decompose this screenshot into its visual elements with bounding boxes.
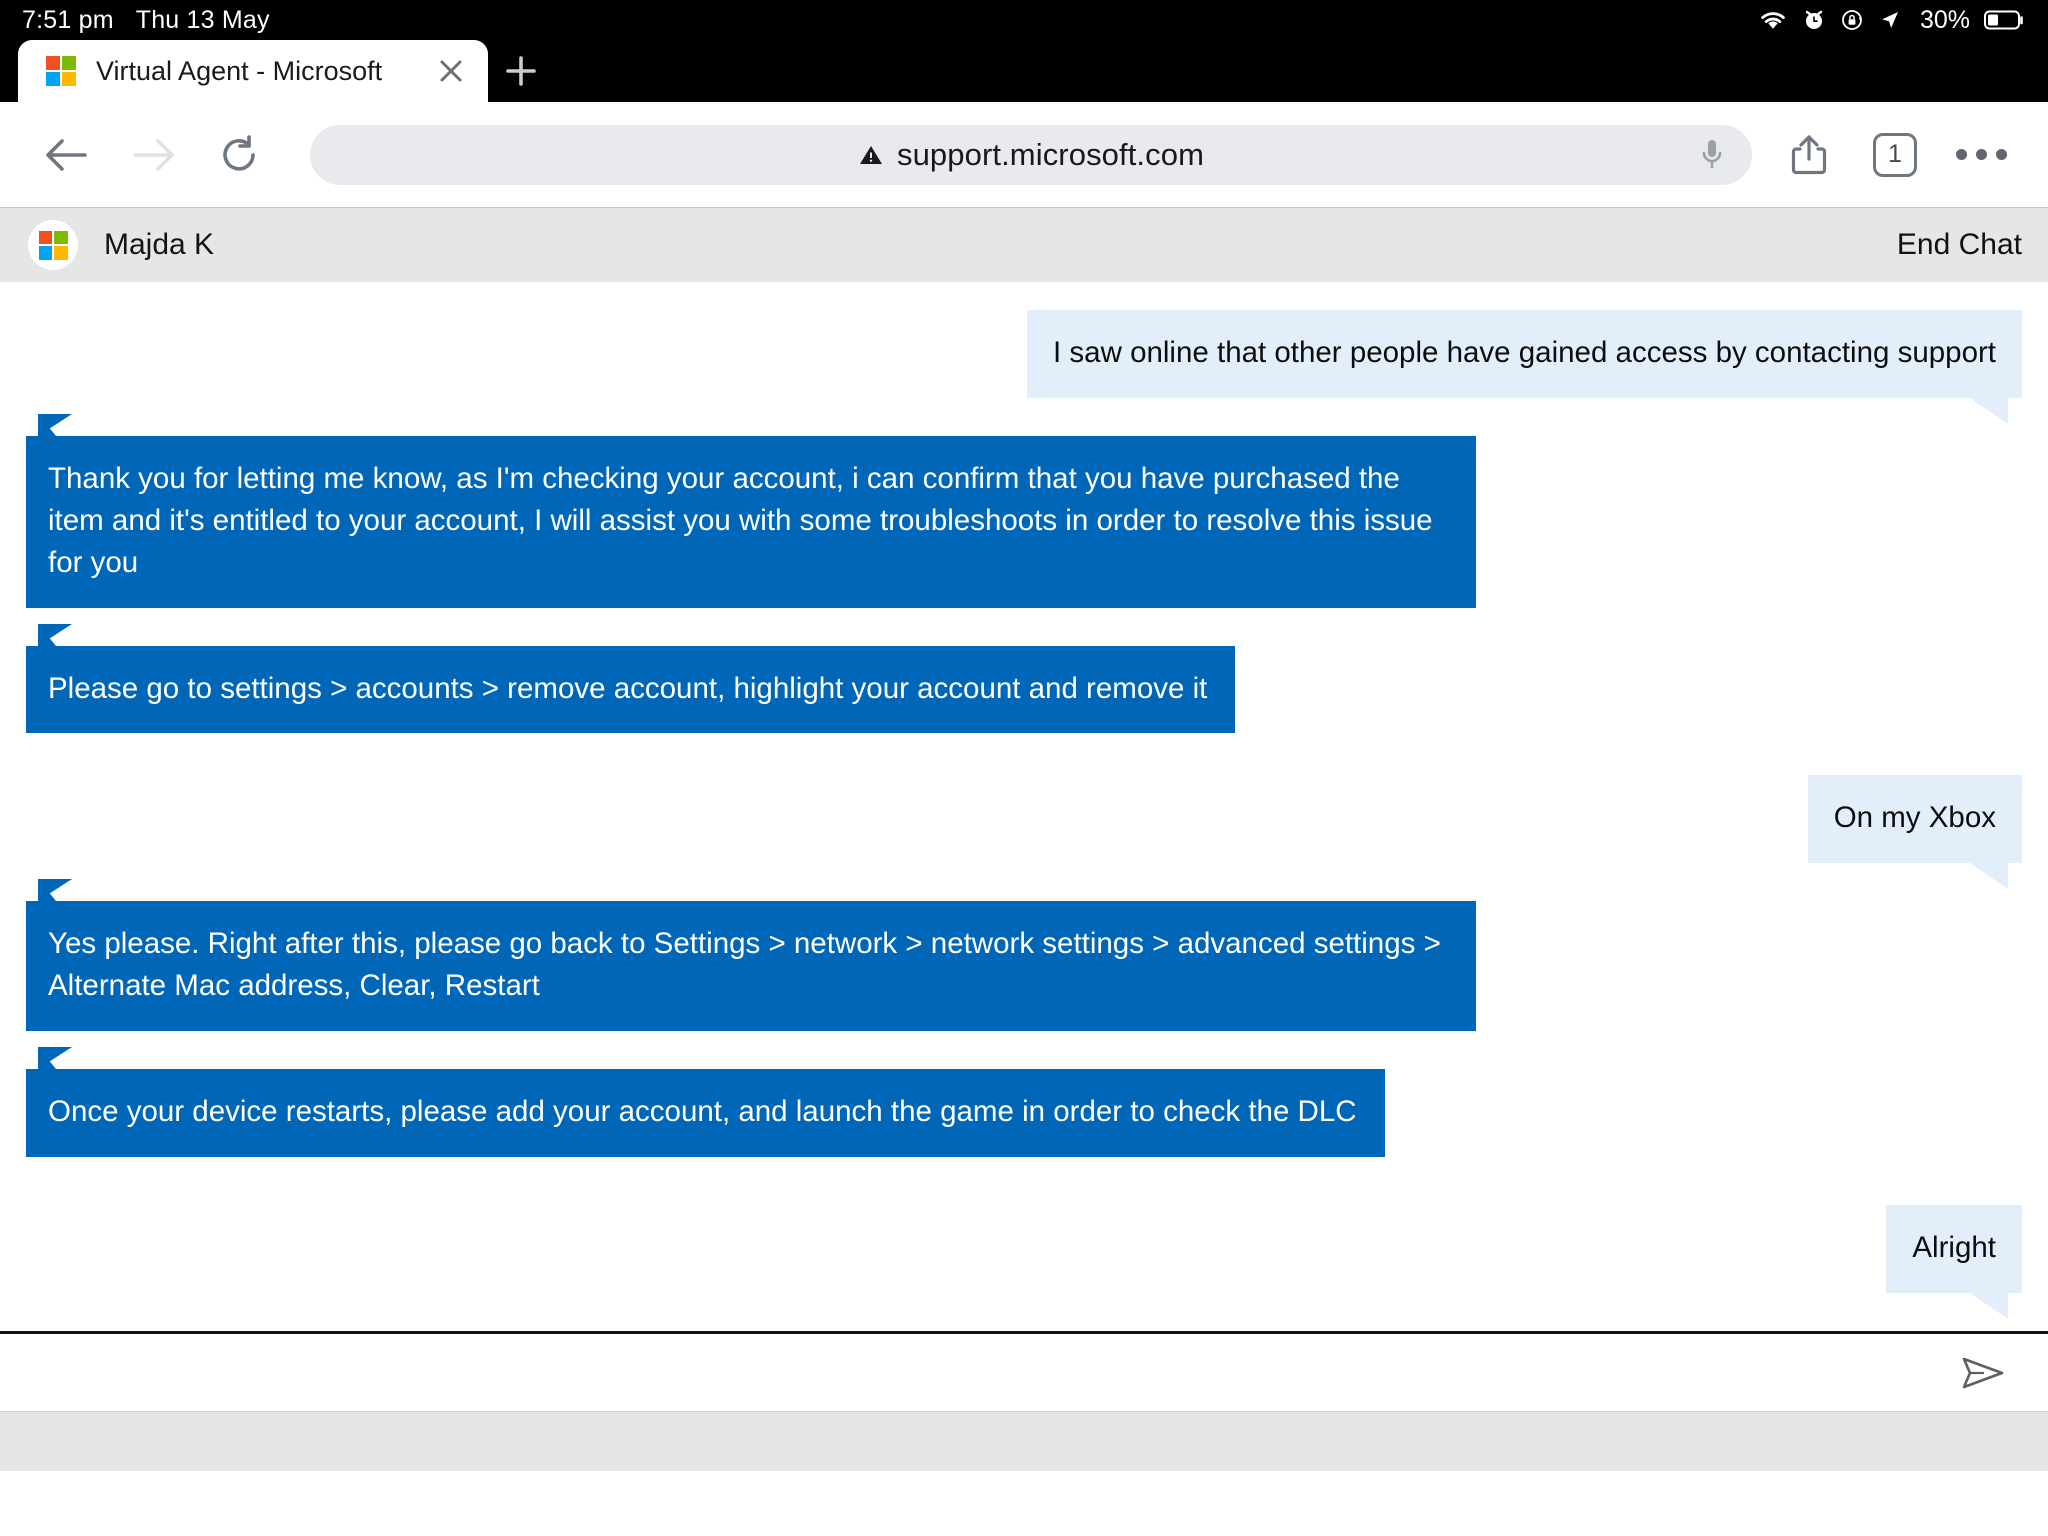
user-message-bubble: Alright (1886, 1204, 2022, 1319)
not-secure-warning-icon (858, 143, 884, 167)
wifi-icon (1758, 9, 1788, 31)
microphone-icon[interactable] (1686, 129, 1738, 181)
send-icon[interactable] (1950, 1341, 2014, 1405)
status-bar-right: 30% (1758, 6, 2026, 35)
browser-tab-title: Virtual Agent - Microsoft (96, 55, 383, 86)
chat-message-row: I saw online that other people have gain… (26, 310, 2022, 424)
chat-transcript[interactable]: I saw online that other people have gain… (0, 282, 2048, 1331)
browser-toolbar: support.microsoft.com 1 (0, 102, 2048, 207)
back-arrow-icon[interactable] (24, 120, 110, 190)
tab-count-button[interactable]: 1 (1852, 120, 1938, 190)
chat-message-row: Please go to settings > accounts > remov… (26, 623, 2022, 734)
address-bar-text: support.microsoft.com (858, 137, 1204, 173)
location-arrow-icon (1878, 8, 1902, 32)
share-icon[interactable] (1766, 120, 1852, 190)
agent-name-label: Majda K (104, 228, 215, 261)
address-bar-url: support.microsoft.com (896, 136, 1205, 172)
agent-message-bubble: Once your device restarts, please add yo… (26, 1047, 1385, 1157)
chat-message-row: Yes please. Right after this, please go … (26, 879, 2022, 1031)
agent-message-bubble: Yes please. Right after this, please go … (26, 879, 1476, 1031)
ios-status-bar: 7:51 pm Thu 13 May 30% (0, 0, 2048, 40)
avatar (28, 220, 78, 270)
chat-header: Majda K End Chat (0, 207, 2048, 282)
status-bar-date: Thu 13 May (135, 5, 270, 34)
battery-percent-label: 30% (1919, 5, 1970, 34)
end-chat-button[interactable]: End Chat (1897, 228, 2022, 262)
close-icon[interactable] (434, 54, 468, 88)
chat-message-row: Alright (26, 1204, 2022, 1319)
alarm-clock-icon (1802, 8, 1826, 32)
microsoft-logo-icon (46, 56, 76, 86)
user-message-bubble: On my Xbox (1807, 775, 2022, 890)
browser-tab[interactable]: Virtual Agent - Microsoft (18, 40, 488, 102)
chat-message-row: Once your device restarts, please add yo… (26, 1047, 2022, 1157)
tab-count-label: 1 (1873, 132, 1917, 177)
battery-icon (1984, 9, 2026, 31)
reload-icon[interactable] (196, 120, 282, 190)
status-bar-time: 7:51 pm (22, 5, 114, 34)
message-composer[interactable] (0, 1331, 2048, 1411)
forward-arrow-icon (110, 120, 196, 190)
user-message-bubble: I saw online that other people have gain… (1027, 310, 2022, 424)
status-bar-left: 7:51 pm Thu 13 May (22, 6, 270, 35)
browser-tab-strip: Virtual Agent - Microsoft (0, 40, 2048, 102)
agent-message-bubble: Thank you for letting me know, as I'm ch… (26, 413, 1476, 608)
chat-message-row: On my Xbox (26, 775, 2022, 890)
bottom-safe-area (0, 1411, 2048, 1471)
more-options-icon[interactable] (1938, 120, 2024, 190)
new-tab-button[interactable] (488, 40, 554, 102)
agent-message-bubble: Please go to settings > accounts > remov… (26, 623, 1236, 734)
rotation-lock-icon (1840, 8, 1864, 32)
address-bar[interactable]: support.microsoft.com (310, 124, 1752, 185)
chat-message-row: Thank you for letting me know, as I'm ch… (26, 413, 2022, 608)
